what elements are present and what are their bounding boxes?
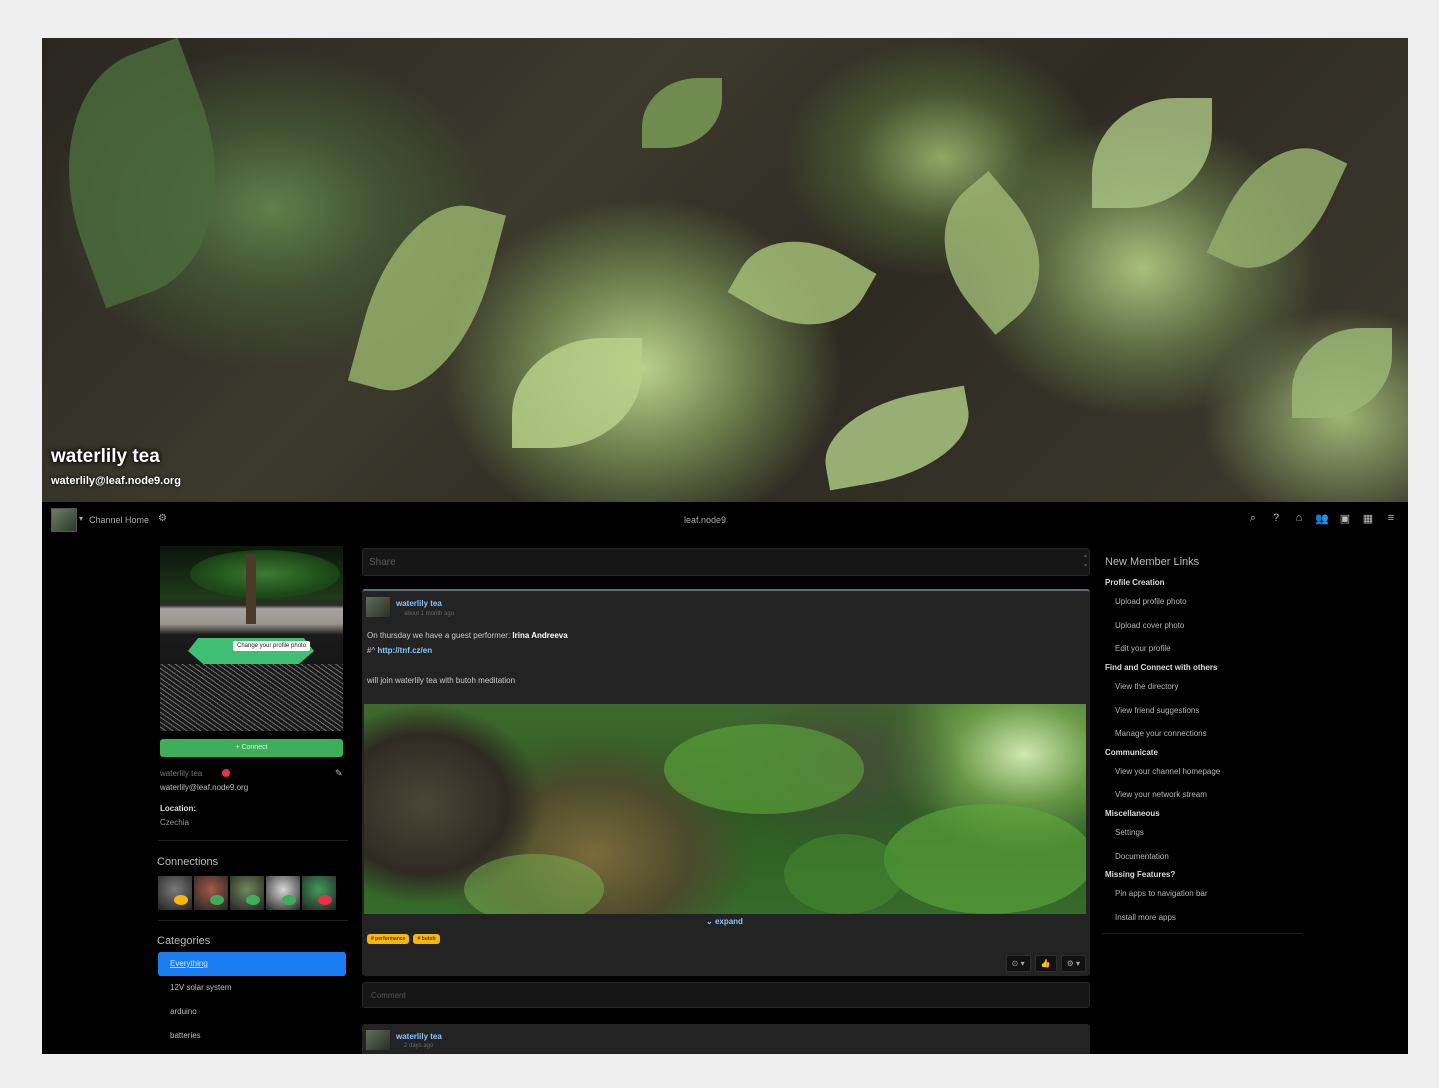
post-text-line: On thursday we have a guest performer: I…	[367, 631, 568, 640]
category-item[interactable]: batteries	[158, 1024, 346, 1048]
visibility-dropdown-button[interactable]: ⊙ ▾	[1005, 955, 1031, 972]
connect-button[interactable]: + Connect	[160, 739, 343, 757]
comment-placeholder: Comment	[371, 991, 406, 1000]
section-title: Find and Connect with others	[1105, 663, 1218, 672]
connections-title: Connections	[157, 856, 219, 868]
member-link[interactable]: Documentation	[1115, 852, 1169, 861]
connection-avatar[interactable]	[302, 876, 336, 910]
post-author-name[interactable]: waterlily tea	[396, 599, 442, 608]
post-tags: # performance # butoh	[367, 934, 440, 944]
connection-avatar[interactable]	[266, 876, 300, 910]
location-label: Location:	[160, 804, 196, 813]
category-item[interactable]: 12V solar system	[158, 976, 346, 1000]
connection-avatar[interactable]	[230, 876, 264, 910]
connection-badge	[246, 895, 260, 905]
connection-badge	[282, 895, 296, 905]
channel-home-link[interactable]: Channel Home	[89, 515, 149, 525]
gear-icon[interactable]: ⚙	[158, 513, 167, 524]
share-box[interactable]: Share ▴ ▾	[362, 548, 1090, 576]
connection-badge	[318, 895, 332, 905]
connection-badge	[210, 895, 224, 905]
comment-input[interactable]: Comment	[362, 982, 1090, 1008]
change-profile-photo-tooltip[interactable]: Change your profile photo	[233, 641, 311, 651]
chevron-down-icon: ⌄	[706, 917, 713, 926]
cover-channel-name: waterlily tea	[51, 446, 160, 467]
chevron-down-icon[interactable]: ▾	[79, 514, 83, 523]
pencil-icon[interactable]: ✎	[335, 768, 343, 779]
post-actions: ⊙ ▾ 👍 ⚙ ▾	[1005, 955, 1086, 972]
nav-icon-group: ⌕ ? ⌂ 👥 ▣ ▦ ≡	[1246, 512, 1398, 525]
people-icon[interactable]: 👥	[1315, 512, 1329, 525]
photo-icon[interactable]: ▣	[1338, 512, 1352, 525]
browser-frame: waterlily tea waterlily@leaf.node9.org ▾…	[42, 38, 1408, 1054]
post-card: waterlily tea about 1 month ago On thurs…	[362, 589, 1090, 976]
connection-badge	[174, 895, 188, 905]
divider	[1102, 933, 1302, 934]
post-author-avatar[interactable]	[366, 597, 390, 617]
tag-badge[interactable]: # butoh	[413, 934, 440, 944]
location-value: Czechia	[160, 818, 189, 827]
member-link[interactable]: Settings	[1115, 828, 1144, 837]
member-link[interactable]: Install more apps	[1115, 913, 1176, 922]
connection-avatar[interactable]	[194, 876, 228, 910]
profile-address: waterlily@leaf.node9.org	[160, 783, 249, 792]
tag-badge[interactable]: # performance	[367, 934, 410, 944]
connection-avatar[interactable]	[158, 876, 192, 910]
member-link[interactable]: Manage your connections	[1115, 729, 1207, 738]
post-text-line: will join waterlily tea with butoh medit…	[367, 676, 516, 685]
site-name: leaf.node9	[684, 515, 727, 525]
section-title: Miscellaneous	[1105, 809, 1160, 818]
post-link-line: #^ http://tnf.cz/en	[367, 646, 432, 655]
connections-list	[158, 876, 336, 910]
member-link[interactable]: View your network stream	[1115, 790, 1207, 799]
member-link[interactable]: Upload profile photo	[1115, 597, 1187, 606]
settings-dropdown-button[interactable]: ⚙ ▾	[1060, 955, 1086, 972]
member-link[interactable]: View the directory	[1115, 682, 1178, 691]
profile-photo[interactable]: Change your profile photo	[160, 546, 343, 731]
top-navbar: ▾ Channel Home ⚙ leaf.node9 ⌕ ? ⌂ 👥 ▣ ▦ …	[42, 502, 1408, 538]
expand-link[interactable]: ⌄ expand	[706, 917, 743, 926]
member-link[interactable]: View friend suggestions	[1115, 706, 1199, 715]
post-card: waterlily tea 2 days ago	[362, 1024, 1090, 1054]
post-image[interactable]	[364, 704, 1086, 914]
panel-title: New Member Links	[1105, 556, 1200, 568]
category-item[interactable]: arduino	[158, 1000, 346, 1024]
status-dot	[222, 769, 230, 777]
expand-label: expand	[714, 917, 743, 926]
categories-list: Everything 12V solar system arduino batt…	[158, 952, 346, 1048]
performer-name: Irina Andreeva	[512, 631, 568, 640]
divider	[158, 920, 348, 921]
post-timestamp: about 1 month ago	[404, 611, 455, 617]
post-author-avatar[interactable]	[366, 1030, 390, 1050]
member-link[interactable]: View your channel homepage	[1115, 767, 1220, 776]
apps-grid-icon[interactable]: ▦	[1361, 512, 1375, 525]
cover-photo: waterlily tea waterlily@leaf.node9.org	[42, 38, 1408, 502]
categories-title: Categories	[157, 935, 211, 947]
like-button[interactable]: 👍	[1034, 955, 1057, 972]
share-placeholder: Share	[369, 557, 396, 568]
section-title: Communicate	[1105, 748, 1158, 757]
divider	[158, 840, 348, 841]
member-link[interactable]: Upload cover photo	[1115, 621, 1184, 630]
link-prefix: #^	[367, 646, 376, 655]
help-icon[interactable]: ?	[1269, 512, 1283, 525]
profile-name: waterlily tea	[160, 769, 203, 778]
search-icon[interactable]: ⌕	[1246, 512, 1260, 525]
post-text: On thursday we have a guest performer:	[367, 631, 511, 640]
section-title: Profile Creation	[1105, 578, 1165, 587]
resize-handle-icon[interactable]: ▴ ▾	[1084, 551, 1087, 571]
category-item[interactable]: Everything	[158, 952, 346, 976]
nav-avatar[interactable]	[51, 508, 77, 532]
cover-channel-address: waterlily@leaf.node9.org	[51, 475, 181, 487]
post-timestamp: 2 days ago	[404, 1043, 434, 1049]
member-link[interactable]: Pin apps to navigation bar	[1115, 889, 1208, 898]
section-title: Missing Features?	[1105, 870, 1176, 879]
home-icon[interactable]: ⌂	[1292, 512, 1306, 525]
post-link[interactable]: http://tnf.cz/en	[377, 646, 432, 655]
menu-icon[interactable]: ≡	[1384, 512, 1398, 525]
post-author-name[interactable]: waterlily tea	[396, 1032, 442, 1041]
member-link[interactable]: Edit your profile	[1115, 644, 1171, 653]
